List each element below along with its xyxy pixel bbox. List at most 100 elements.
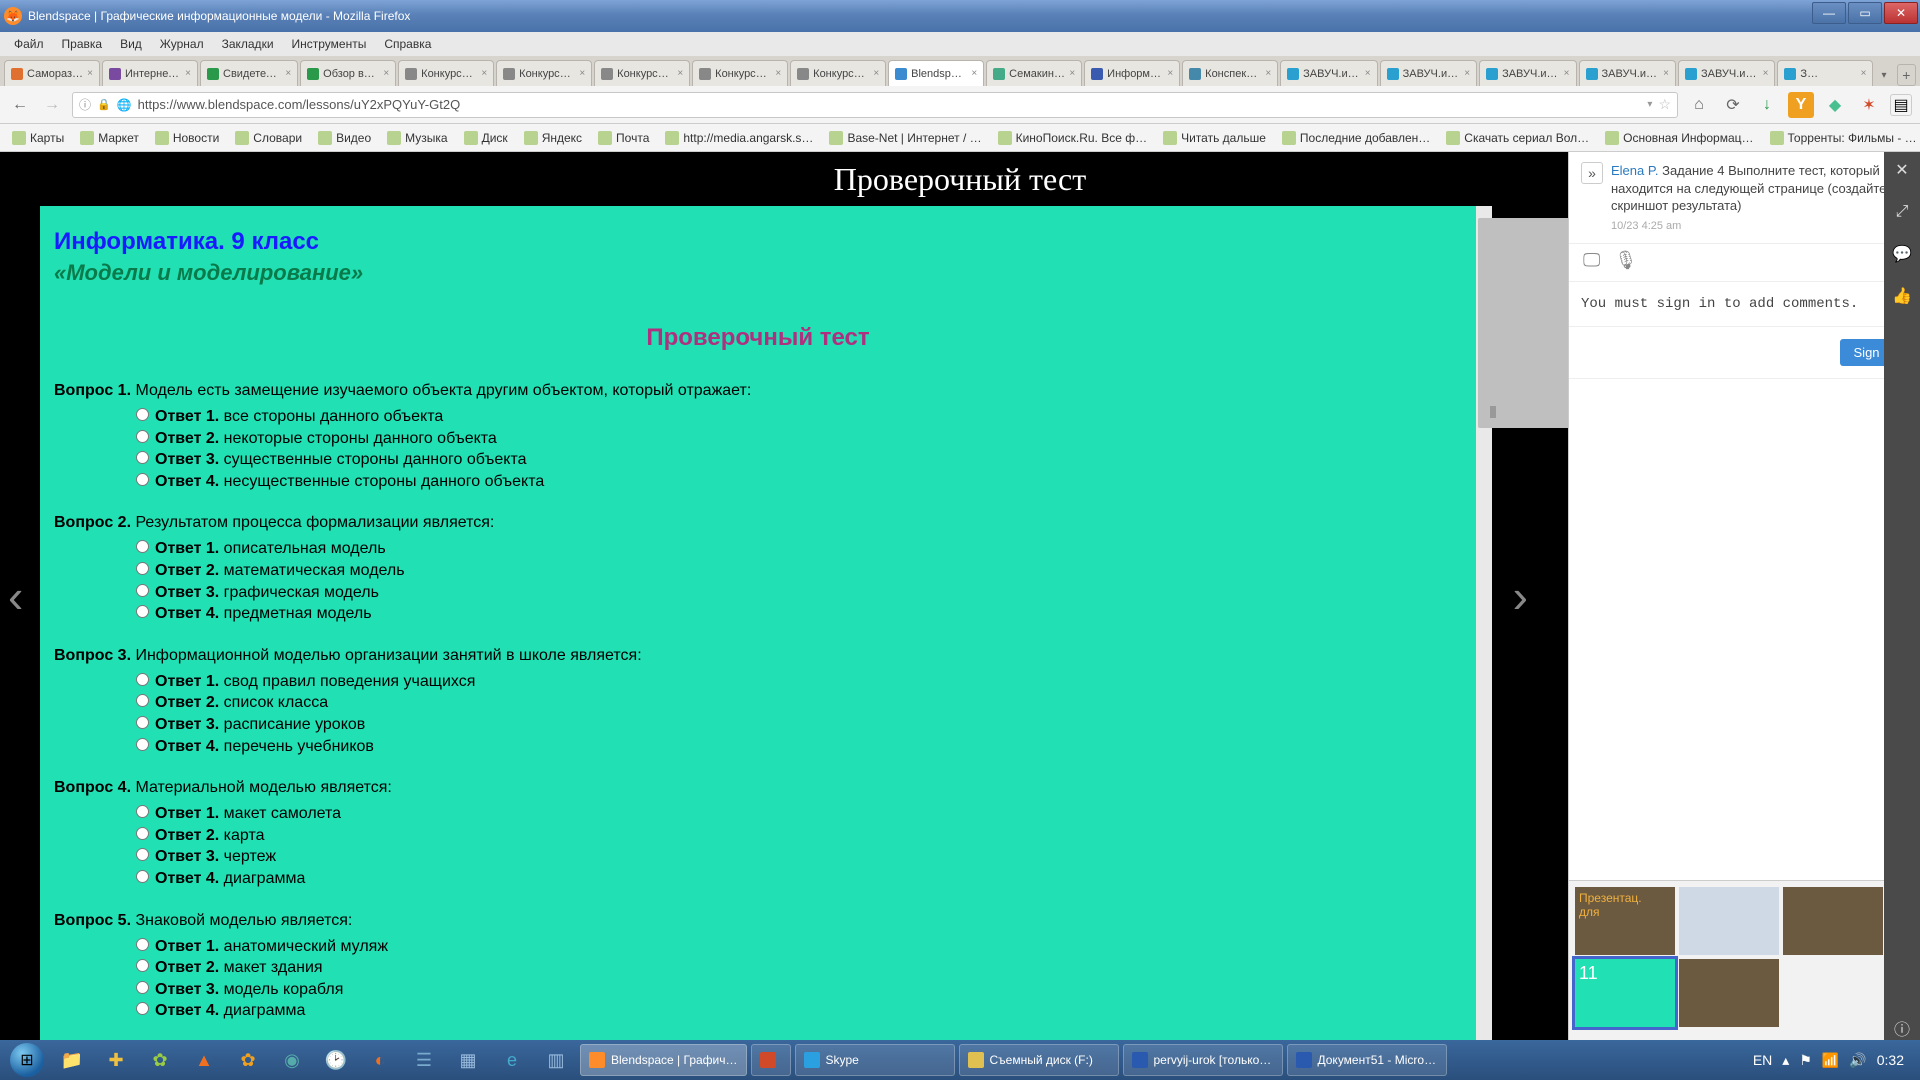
bookmark-item[interactable]: Словари [229,129,308,147]
tray-show-hidden-icon[interactable]: ▴ [1782,1052,1789,1069]
browser-tab[interactable]: Конспекты …× [1182,60,1278,86]
bookmark-item[interactable]: http://media.angarsk.s… [659,129,819,147]
info-rail-icon[interactable]: ⓘ [1890,1016,1914,1040]
menu-item[interactable]: Вид [112,35,150,53]
menu-item[interactable]: Файл [6,35,52,53]
slide-thumb[interactable] [1679,959,1779,1027]
slide-thumb[interactable] [1783,887,1883,955]
browser-tab[interactable]: Конкурсы ::…× [692,60,788,86]
browser-tab[interactable]: ЗАВУЧ.инф…× [1380,60,1477,86]
menu-icon[interactable]: ▤ [1890,94,1912,116]
comment-icon[interactable]: 💬 [1890,242,1914,266]
answer-option[interactable]: Ответ 1. описательная модель [136,538,1462,560]
browser-tab[interactable]: Информат…× [1084,60,1180,86]
download-button[interactable]: ↓ [1754,92,1780,118]
bookmark-item[interactable]: Маркет [74,129,145,147]
taskbar-task[interactable] [751,1044,791,1076]
answer-option[interactable]: Ответ 1. макет самолета [136,803,1462,825]
answer-option[interactable]: Ответ 1. анатомический муляж [136,936,1462,958]
close-button[interactable]: ✕ [1884,2,1918,24]
tray-network-icon[interactable]: 📶 [1822,1052,1839,1069]
answer-option[interactable]: Ответ 3. графическая модель [136,582,1462,604]
reload-button[interactable]: ⟳ [1720,92,1746,118]
bookmark-item[interactable]: Яндекс [518,129,588,147]
extension-icon-2[interactable]: ✶ [1856,92,1882,118]
taskbar-pin-vlc[interactable]: ▲ [184,1043,224,1077]
minimize-button[interactable]: — [1812,2,1846,24]
url-input[interactable]: ⓘ 🔒 🌐 https://www.blendspace.com/lessons… [72,92,1678,118]
taskbar-pin-calc[interactable]: ▦ [448,1043,488,1077]
browser-tab[interactable]: Свидетельс…× [200,60,298,86]
browser-tab[interactable]: ЗАВУЧ.инф…× [1678,60,1775,86]
like-icon[interactable]: 👍 [1890,284,1914,308]
yandex-icon[interactable]: Y [1788,92,1814,118]
tray-volume-icon[interactable]: 🔊 [1849,1052,1866,1069]
taskbar-pin-app[interactable]: ✚ [96,1043,136,1077]
bookmark-item[interactable]: Последние добавлен… [1276,129,1436,147]
answer-option[interactable]: Ответ 4. диаграмма [136,1000,1462,1022]
taskbar-pin-app[interactable]: ◐ [360,1043,400,1077]
home-button[interactable]: ⌂ [1686,92,1712,118]
bookmark-star-icon[interactable]: ☆ [1658,96,1671,113]
slide-thumb[interactable]: Презентац.для [1575,887,1675,955]
answer-option[interactable]: Ответ 4. диаграмма [136,868,1462,890]
taskbar-pin-app[interactable]: ▥ [536,1043,576,1077]
taskbar-pin-explorer[interactable]: 📁 [52,1043,92,1077]
bookmark-item[interactable]: Музыка [381,129,453,147]
tray-lang[interactable]: EN [1753,1052,1772,1068]
taskbar-task[interactable]: Skype [795,1044,955,1076]
browser-tab[interactable]: ЗАВУЧ.инф…× [1280,60,1377,86]
bookmark-item[interactable]: Почта [592,129,655,147]
browser-tab[interactable]: З…× [1777,60,1873,86]
bookmark-item[interactable]: Новости [149,129,225,147]
tab-list-button[interactable]: ▾ [1875,64,1892,86]
slide-thumb[interactable] [1679,887,1779,955]
menu-item[interactable]: Журнал [152,35,212,53]
prev-slide-button[interactable]: ‹ [8,569,23,623]
vertical-scrollbar[interactable] [1476,206,1492,1040]
menu-item[interactable]: Инструменты [284,35,375,53]
browser-tab[interactable]: Конкурсы ::…× [790,60,886,86]
slide-thumb-current[interactable]: 11 [1575,959,1675,1027]
answer-option[interactable]: Ответ 2. математическая модель [136,560,1462,582]
screen-icon[interactable]: 🖵 [1583,250,1600,271]
menu-item[interactable]: Справка [376,35,439,53]
answer-option[interactable]: Ответ 2. некоторые стороны данного объек… [136,428,1462,450]
taskbar-pin-ie[interactable]: e [492,1043,532,1077]
close-panel-icon[interactable]: ✕ [1890,158,1914,182]
browser-tab[interactable]: Конкурсы ::…× [594,60,690,86]
collapse-panel-button[interactable]: » [1581,162,1603,184]
taskbar-task[interactable]: Съемный диск (F:) [959,1044,1119,1076]
menu-item[interactable]: Закладки [214,35,282,53]
browser-tab[interactable]: Blendspa…× [888,60,984,86]
maximize-button[interactable]: ▭ [1848,2,1882,24]
expand-icon[interactable]: ⤢ [1890,200,1914,224]
answer-option[interactable]: Ответ 3. чертеж [136,846,1462,868]
bookmark-item[interactable]: Base-Net | Интернет / … [823,129,987,147]
answer-option[interactable]: Ответ 1. все стороны данного объекта [136,406,1462,428]
bookmark-item[interactable]: Диск [458,129,514,147]
taskbar-pin-app[interactable]: ☰ [404,1043,444,1077]
browser-tab[interactable]: Конкурсы ::…× [398,60,494,86]
answer-option[interactable]: Ответ 3. модель корабля [136,979,1462,1001]
answer-option[interactable]: Ответ 3. расписание уроков [136,714,1462,736]
extension-icon-1[interactable]: ◆ [1822,92,1848,118]
browser-tab[interactable]: Саморазви…× [4,60,100,86]
bookmark-item[interactable]: Видео [312,129,377,147]
bookmark-item[interactable]: КиноПоиск.Ru. Все ф… [992,129,1153,147]
browser-tab[interactable]: Конкурсы ::…× [496,60,592,86]
browser-tab[interactable]: Интернет-в…× [102,60,198,86]
back-button[interactable]: ← [8,93,32,117]
scrollbar-thumb[interactable] [1478,218,1578,428]
browser-tab[interactable]: ЗАВУЧ.инф…× [1479,60,1576,86]
tray-clock[interactable]: 0:32 [1877,1052,1904,1068]
taskbar-task[interactable]: Документ51 - Micro… [1287,1044,1447,1076]
taskbar-pin-app[interactable]: 🕑 [316,1043,356,1077]
bookmark-item[interactable]: Читать дальше [1157,129,1272,147]
mic-icon[interactable]: 🎙 [1614,250,1637,271]
new-tab-button[interactable]: + [1897,64,1916,86]
taskbar-task[interactable]: Blendspace | Графич… [580,1044,747,1076]
comment-box[interactable]: You must sign in to add comments. [1569,282,1920,327]
bookmark-item[interactable]: Скачать сериал Вол… [1440,129,1595,147]
answer-option[interactable]: Ответ 1. свод правил поведения учащихся [136,671,1462,693]
